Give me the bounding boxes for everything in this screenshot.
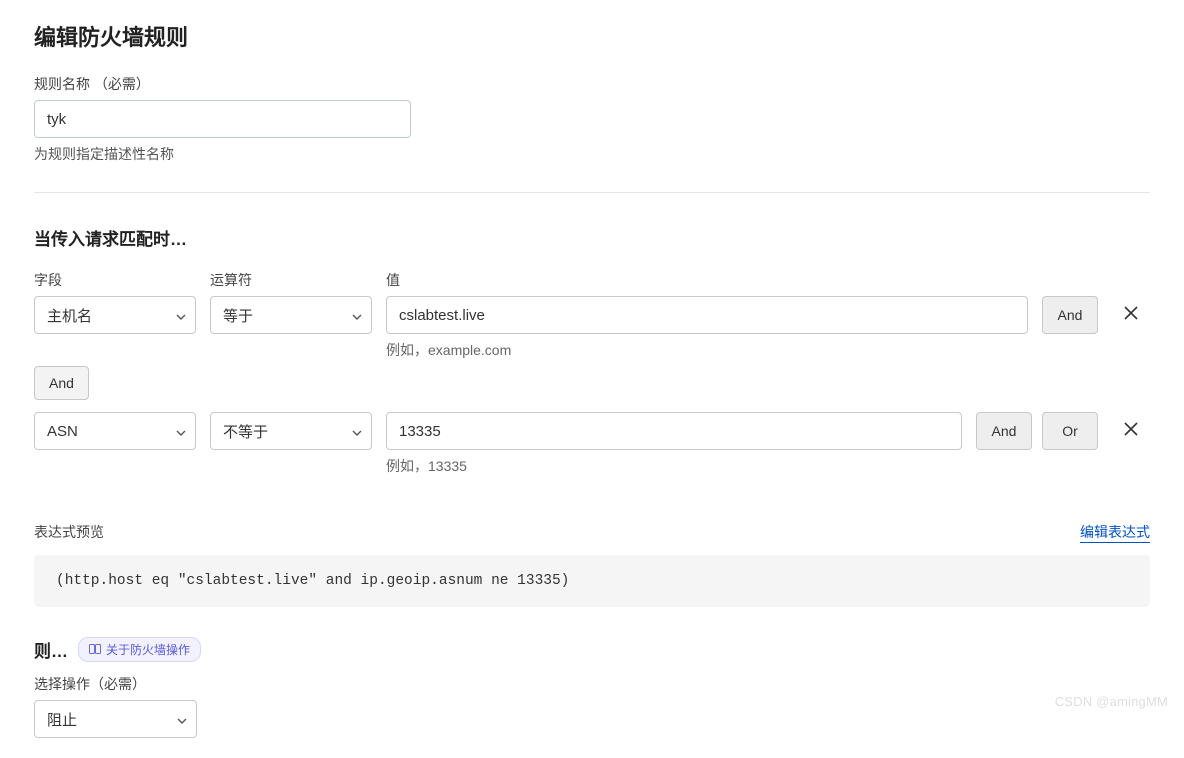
match-section-title: 当传入请求匹配时… bbox=[34, 225, 1150, 250]
field-select-value: ASN bbox=[47, 423, 78, 440]
connector-row: And bbox=[34, 366, 1150, 400]
action-select[interactable]: 阻止 bbox=[34, 700, 197, 738]
operator-select-value: 不等于 bbox=[223, 421, 268, 442]
rule-row: ASN 不等于 例如，13335 And Or bbox=[34, 412, 1150, 476]
remove-row-button[interactable] bbox=[1112, 296, 1150, 334]
action-label: 选择操作（必需） bbox=[34, 674, 1150, 694]
edit-expression-link[interactable]: 编辑表达式 bbox=[1080, 522, 1150, 543]
then-label: 则… bbox=[34, 637, 68, 662]
action-select-value: 阻止 bbox=[47, 709, 77, 730]
preview-label: 表达式预览 bbox=[34, 522, 104, 542]
value-input[interactable] bbox=[386, 296, 1028, 334]
rule-row: 主机名 等于 例如，example.com And bbox=[34, 296, 1150, 360]
value-example: 例如，13335 bbox=[386, 456, 962, 476]
value-wrap: 例如，13335 bbox=[386, 412, 962, 476]
or-button[interactable]: Or bbox=[1042, 412, 1098, 450]
close-icon bbox=[1123, 304, 1139, 327]
operator-select-value: 等于 bbox=[223, 305, 253, 326]
about-badge-text: 关于防火墙操作 bbox=[106, 641, 190, 658]
value-example: 例如，example.com bbox=[386, 340, 1028, 360]
operator-select[interactable]: 等于 bbox=[210, 296, 372, 334]
expression-box: (http.host eq "cslabtest.live" and ip.ge… bbox=[34, 555, 1150, 607]
connector-and-button[interactable]: And bbox=[34, 366, 89, 400]
book-icon bbox=[89, 644, 101, 655]
rule-name-group: 规则名称 （必需） 为规则指定描述性名称 bbox=[34, 74, 1150, 164]
page-title: 编辑防火墙规则 bbox=[34, 20, 1150, 52]
and-button[interactable]: And bbox=[976, 412, 1032, 450]
rule-name-input[interactable] bbox=[34, 100, 411, 138]
value-wrap: 例如，example.com bbox=[386, 296, 1028, 360]
rule-name-label: 规则名称 （必需） bbox=[34, 74, 1150, 94]
about-firewall-badge[interactable]: 关于防火墙操作 bbox=[78, 637, 201, 662]
field-select-value: 主机名 bbox=[47, 305, 92, 326]
expression-preview-section: 表达式预览 编辑表达式 (http.host eq "cslabtest.liv… bbox=[34, 522, 1150, 607]
rule-name-help: 为规则指定描述性名称 bbox=[34, 144, 1150, 164]
section-divider bbox=[34, 192, 1150, 193]
col-label-operator: 运算符 bbox=[210, 270, 372, 290]
col-label-value: 值 bbox=[386, 270, 1150, 290]
value-input[interactable] bbox=[386, 412, 962, 450]
and-button[interactable]: And bbox=[1042, 296, 1098, 334]
remove-row-button[interactable] bbox=[1112, 412, 1150, 450]
preview-header: 表达式预览 编辑表达式 bbox=[34, 522, 1150, 543]
column-labels: 字段 运算符 值 bbox=[34, 270, 1150, 290]
close-icon bbox=[1123, 420, 1139, 443]
col-label-field: 字段 bbox=[34, 270, 196, 290]
then-header: 则… 关于防火墙操作 bbox=[34, 637, 1150, 662]
field-select[interactable]: 主机名 bbox=[34, 296, 196, 334]
operator-select[interactable]: 不等于 bbox=[210, 412, 372, 450]
logic-buttons: And Or bbox=[976, 412, 1098, 450]
field-select[interactable]: ASN bbox=[34, 412, 196, 450]
